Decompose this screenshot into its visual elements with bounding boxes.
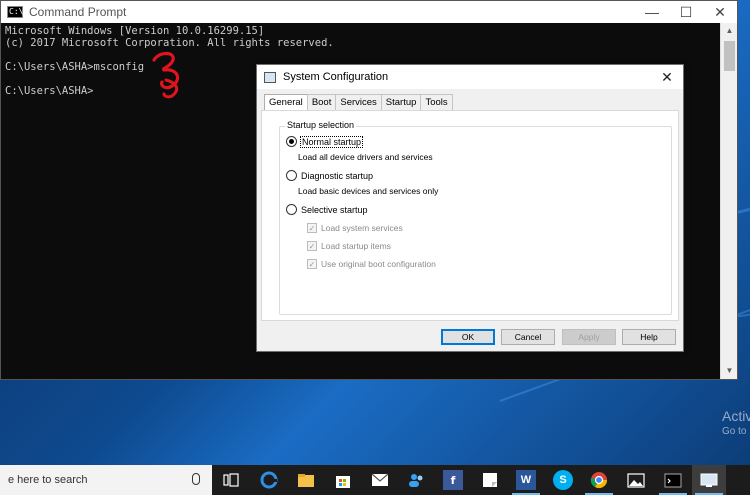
skype-icon[interactable]: S <box>553 470 573 490</box>
startup-selection-group: Startup selection Normal startup Load al… <box>279 120 672 315</box>
diagnostic-startup-option[interactable]: Diagnostic startup <box>286 170 373 181</box>
edge-icon[interactable] <box>259 470 279 490</box>
tab-services[interactable]: Services <box>335 94 382 110</box>
watermark-line-1: Activ <box>722 408 750 424</box>
maximize-button[interactable]: ☐ <box>669 1 703 23</box>
tab-startup[interactable]: Startup <box>380 94 422 110</box>
close-button[interactable]: ✕ <box>703 1 737 23</box>
cancel-button[interactable]: Cancel <box>501 329 555 345</box>
search-box[interactable]: e here to search <box>0 465 212 495</box>
tab-boot[interactable]: Boot <box>306 94 337 110</box>
selective-startup-label[interactable]: Selective startup <box>301 205 368 215</box>
window-title: Command Prompt <box>29 5 127 19</box>
dialog-titlebar[interactable]: System Configuration ✕ <box>257 65 683 89</box>
normal-startup-option[interactable]: Normal startup <box>286 135 364 148</box>
load-system-services-label: Load system services <box>321 223 403 233</box>
dialog-title: System Configuration <box>283 71 389 83</box>
general-tab-panel: Startup selection Normal startup Load al… <box>261 110 679 321</box>
scroll-up-icon[interactable]: ▲ <box>721 23 738 39</box>
command-prompt-icon: C:\ <box>7 6 24 18</box>
mail-icon[interactable] <box>370 470 390 490</box>
handwritten-annotation-3 <box>152 51 180 99</box>
help-button[interactable]: Help <box>622 329 676 345</box>
activate-windows-watermark: Activ Go to <box>722 408 750 437</box>
word-icon[interactable]: W <box>516 470 536 490</box>
sticky-notes-icon[interactable] <box>480 470 500 490</box>
normal-startup-label[interactable]: Normal startup <box>299 135 364 148</box>
command-prompt-taskbar-icon[interactable] <box>663 470 683 490</box>
diagnostic-startup-label[interactable]: Diagnostic startup <box>301 171 373 181</box>
system-configuration-icon <box>264 71 276 83</box>
search-placeholder: e here to search <box>8 474 88 486</box>
command-prompt-titlebar[interactable]: C:\ Command Prompt — ☐ ✕ <box>1 1 737 23</box>
system-configuration-taskbar-icon[interactable] <box>699 470 719 490</box>
selective-startup-radio[interactable] <box>286 204 297 215</box>
dialog-close-button[interactable]: ✕ <box>657 67 677 87</box>
normal-startup-description: Load all device drivers and services <box>298 152 433 162</box>
load-startup-items-checkbox[interactable]: ✓ Load startup items <box>307 241 391 251</box>
watermark-line-2: Go to <box>722 426 747 437</box>
use-original-boot-configuration-checkbox[interactable]: ✓ Use original boot configuration <box>307 259 436 269</box>
facebook-icon[interactable]: f <box>443 470 463 490</box>
tab-bar: General Boot Services Startup Tools <box>264 94 453 111</box>
diagnostic-startup-description: Load basic devices and services only <box>298 186 439 196</box>
scroll-down-icon[interactable]: ▼ <box>721 363 738 379</box>
checkmark-icon: ✓ <box>307 259 317 269</box>
scroll-thumb[interactable] <box>724 41 735 71</box>
people-icon[interactable] <box>406 470 426 490</box>
mic-icon[interactable] <box>192 473 200 485</box>
store-icon[interactable] <box>333 470 353 490</box>
taskbar: e here to search f W S <box>0 465 750 495</box>
apply-button[interactable]: Apply <box>562 329 616 345</box>
use-original-boot-configuration-label: Use original boot configuration <box>321 259 436 269</box>
load-startup-items-label: Load startup items <box>321 241 391 251</box>
ok-button[interactable]: OK <box>441 329 495 345</box>
diagnostic-startup-radio[interactable] <box>286 170 297 181</box>
task-view-icon[interactable] <box>222 470 242 490</box>
chrome-icon[interactable] <box>589 470 609 490</box>
load-system-services-checkbox[interactable]: ✓ Load system services <box>307 223 403 233</box>
tab-general[interactable]: General <box>264 94 308 111</box>
minimize-button[interactable]: — <box>635 1 669 23</box>
tab-tools[interactable]: Tools <box>420 94 453 110</box>
vertical-scrollbar[interactable]: ▲ ▼ <box>720 23 737 379</box>
console-line: Microsoft Windows [Version 10.0.16299.15… <box>5 25 265 37</box>
console-line: C:\Users\ASHA>msconfig <box>5 61 145 73</box>
checkmark-icon: ✓ <box>307 241 317 251</box>
checkmark-icon: ✓ <box>307 223 317 233</box>
selective-startup-option[interactable]: Selective startup <box>286 204 368 215</box>
photos-icon[interactable] <box>626 470 646 490</box>
console-line: C:\Users\ASHA> <box>5 85 94 97</box>
file-explorer-icon[interactable] <box>296 470 316 490</box>
group-label: Startup selection <box>285 120 357 130</box>
normal-startup-radio[interactable] <box>286 136 297 147</box>
system-configuration-dialog[interactable]: System Configuration ✕ General Boot Serv… <box>256 64 684 352</box>
